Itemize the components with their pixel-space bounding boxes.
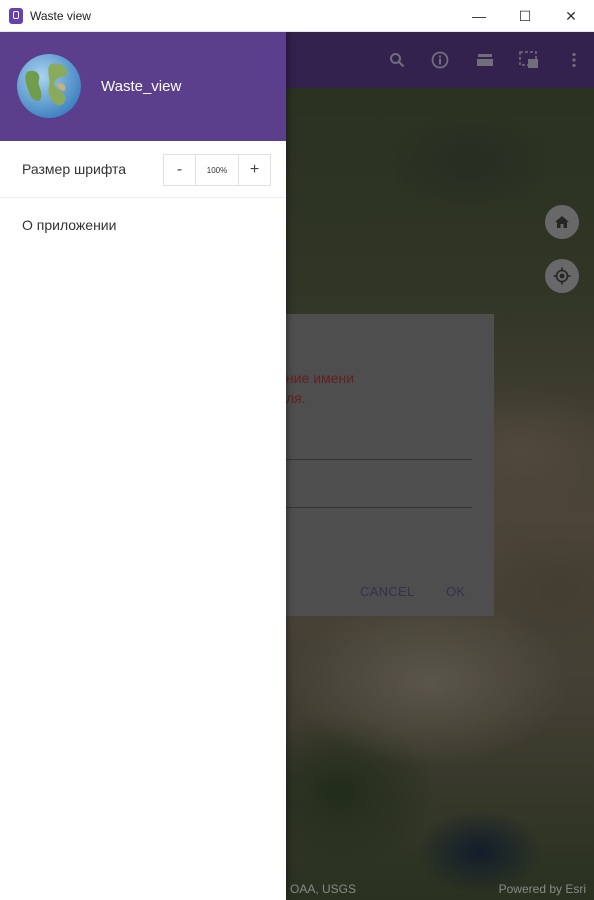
font-size-label: Размер шрифта: [22, 161, 127, 177]
esri-attribution[interactable]: Powered by Esri: [499, 882, 586, 896]
font-size-value: 100%: [195, 155, 239, 185]
maximize-button[interactable]: ☐: [502, 0, 548, 32]
globe-icon: [17, 54, 81, 118]
drawer-app-name: Waste_view: [101, 78, 182, 95]
window-titlebar: Waste view — ☐ ✕: [0, 0, 594, 32]
app-area: ние имени ля. CANCEL OK OAA, USGS Powere…: [0, 32, 594, 900]
window-controls: — ☐ ✕: [456, 0, 594, 32]
font-increase-button[interactable]: +: [239, 155, 270, 185]
font-size-stepper: - 100% +: [163, 154, 271, 186]
menu-item-about[interactable]: О приложении: [22, 217, 116, 233]
window-title: Waste view: [30, 8, 91, 23]
map-attribution: OAA, USGS: [290, 882, 357, 896]
minimize-button[interactable]: —: [456, 0, 502, 32]
app-icon: [9, 7, 23, 24]
drawer-header: Waste_view: [0, 32, 286, 141]
navigation-drawer: Waste_view Размер шрифта - 100% + О прил…: [0, 32, 286, 900]
font-decrease-button[interactable]: -: [164, 155, 195, 185]
close-button[interactable]: ✕: [548, 0, 594, 32]
font-size-row: Размер шрифта - 100% +: [0, 141, 286, 198]
